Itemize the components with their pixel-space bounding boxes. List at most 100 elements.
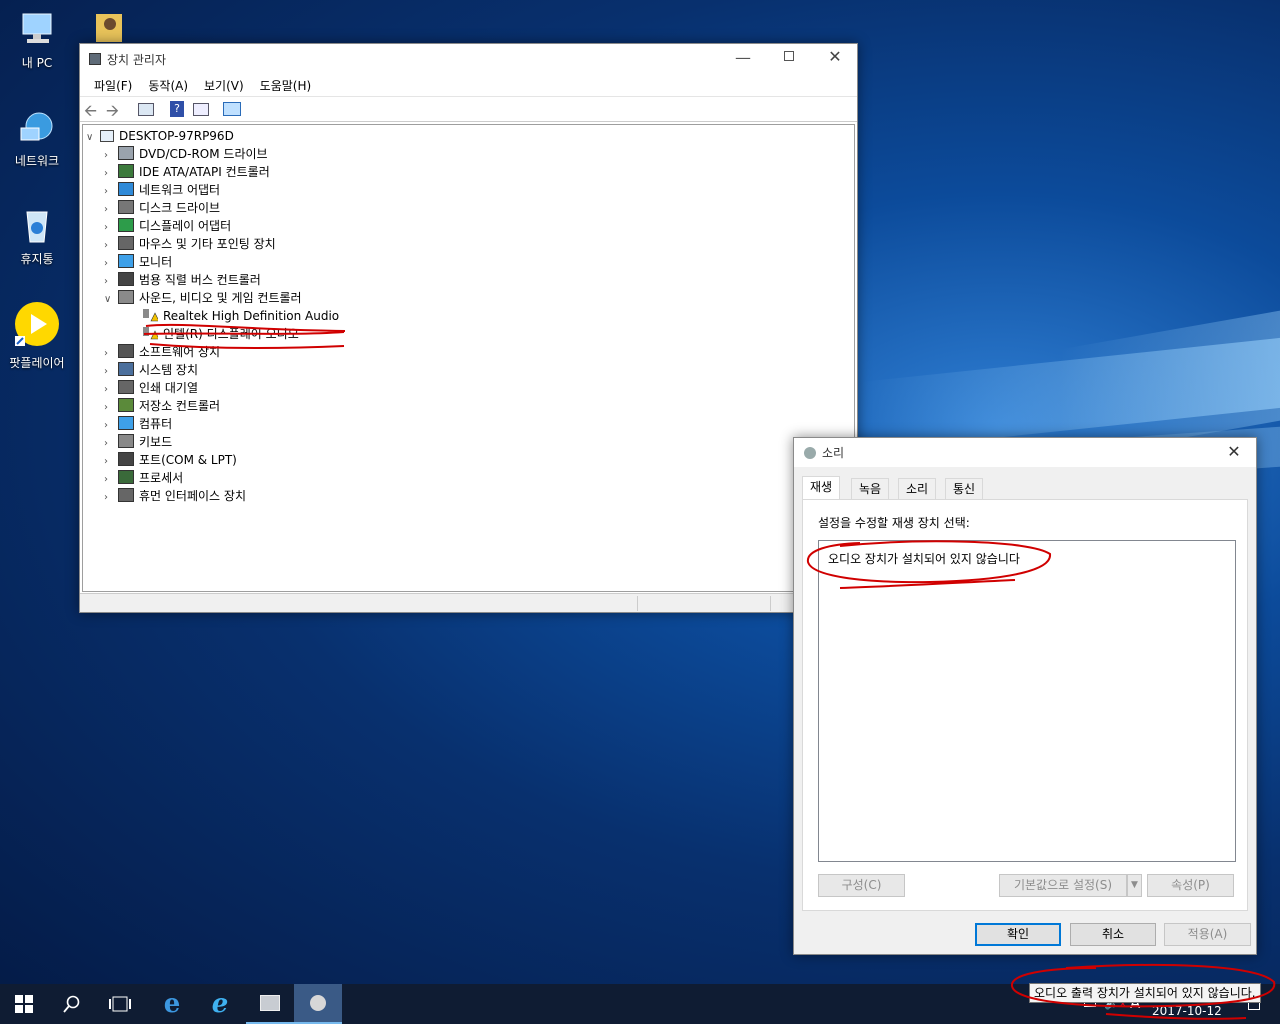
set-default-button[interactable]: 기본값으로 설정(S)	[999, 874, 1127, 897]
close-button[interactable]: ✕	[812, 47, 858, 66]
tree-item-label: 키보드	[139, 435, 173, 449]
menu-bar: 파일(F) 동작(A) 보기(V) 도움말(H)	[80, 74, 857, 96]
system-device-icon	[118, 362, 134, 376]
desktop-icon-network[interactable]: 네트워크	[0, 108, 74, 169]
speaker-icon	[310, 995, 326, 1011]
task-view-icon	[109, 996, 131, 1012]
maximize-button[interactable]	[766, 50, 812, 64]
configure-button[interactable]: 구성(C)	[818, 874, 905, 897]
help-icon[interactable]: ?	[170, 101, 184, 117]
device-manager-task-button[interactable]	[246, 984, 294, 1024]
tree-category-item[interactable]: › 저장소 컨트롤러	[104, 397, 220, 415]
desktop-icon-this-pc[interactable]: 내 PC	[0, 10, 74, 71]
tree-item-label: IDE ATA/ATAPI 컨트롤러	[139, 165, 270, 179]
start-button[interactable]	[0, 984, 48, 1024]
forward-arrow-icon[interactable]: 🡪	[106, 100, 119, 127]
tree-root[interactable]: ∨ DESKTOP-97RP96D	[86, 127, 234, 145]
menu-file[interactable]: 파일(F)	[86, 77, 140, 94]
edge-button[interactable]: e	[148, 984, 196, 1024]
edge-icon: e	[163, 989, 181, 1019]
sound-dialog: 소리 ✕ 재생 녹음 소리 통신 설정을 수정할 재생 장치 선택: 오디오 장…	[793, 437, 1257, 955]
tree-item-label: 모니터	[139, 255, 173, 269]
tree-item-label: 사운드, 비디오 및 게임 컨트롤러	[139, 291, 302, 305]
tree-category-item[interactable]: › 범용 직렬 버스 컨트롤러	[104, 271, 261, 289]
desktop-icon-label: 네트워크	[14, 154, 60, 168]
ok-button[interactable]: 확인	[975, 923, 1061, 946]
close-button[interactable]: ✕	[1219, 442, 1249, 461]
instruction-text: 설정을 수정할 재생 장치 선택:	[818, 516, 970, 530]
this-pc-icon	[17, 10, 57, 50]
menu-action[interactable]: 동작(A)	[140, 77, 196, 94]
set-default-dropdown[interactable]: ▼	[1127, 874, 1142, 897]
port-icon	[118, 452, 134, 466]
menu-view[interactable]: 보기(V)	[196, 77, 252, 94]
computer-icon	[118, 416, 134, 430]
tree-item-label: 프로세서	[139, 471, 184, 485]
user-folder-icon[interactable]	[94, 10, 124, 42]
printer-icon	[118, 380, 134, 394]
tree-category-item[interactable]: › 프로세서	[104, 469, 183, 487]
tree-category-item[interactable]: › 시스템 장치	[104, 361, 198, 379]
sound-task-button[interactable]	[294, 984, 342, 1024]
tree-category-item[interactable]: › 디스플레이 어댑터	[104, 217, 231, 235]
collapse-chevron-icon[interactable]: ∨	[86, 129, 100, 147]
search-button[interactable]	[48, 984, 96, 1024]
status-bar	[80, 593, 857, 612]
dialog-title: 소리	[822, 446, 845, 460]
update-driver-icon[interactable]	[193, 103, 209, 116]
internet-explorer-button[interactable]: e	[196, 984, 244, 1024]
collapse-chevron-icon[interactable]: ∨	[104, 291, 118, 309]
dvd-drive-icon	[118, 146, 134, 160]
desktop-icon-label: 휴지통	[20, 252, 54, 266]
tree-category-item[interactable]: › 휴먼 인터페이스 장치	[104, 487, 246, 505]
annotation-circle-tooltip	[1011, 963, 1276, 1020]
windows-logo-icon	[15, 995, 33, 1013]
tree-category-item[interactable]: › IDE ATA/ATAPI 컨트롤러	[104, 163, 270, 181]
apply-button[interactable]: 적용(A)	[1164, 923, 1251, 946]
tree-item-label: 컴퓨터	[139, 417, 173, 431]
desktop-icon-recycle-bin[interactable]: 휴지통	[0, 206, 74, 267]
tree-category-item[interactable]: › 컴퓨터	[104, 415, 172, 433]
tree-category-item[interactable]: › 디스크 드라이브	[104, 199, 220, 217]
tab-playback[interactable]: 재생	[802, 476, 841, 500]
tree-category-item[interactable]: › 모니터	[104, 253, 172, 271]
tab-communications[interactable]: 통신	[945, 478, 984, 499]
storage-controller-icon	[118, 398, 134, 412]
expand-chevron-icon[interactable]: ›	[104, 489, 118, 507]
potplayer-icon	[13, 302, 61, 350]
tree-category-item[interactable]: › 마우스 및 기타 포인팅 장치	[104, 235, 276, 253]
back-arrow-icon[interactable]: 🡨	[84, 100, 97, 127]
tree-item-label: 휴먼 인터페이스 장치	[139, 489, 246, 503]
computer-root-icon	[100, 130, 114, 142]
tree-category-item[interactable]: › 인쇄 대기열	[104, 379, 198, 397]
tree-item-label: 범용 직렬 버스 컨트롤러	[139, 273, 261, 287]
ide-controller-icon	[118, 164, 134, 178]
tab-sounds[interactable]: 소리	[898, 478, 937, 499]
usb-icon	[118, 272, 134, 286]
root-label: DESKTOP-97RP96D	[119, 129, 234, 143]
tree-item-label: 네트워크 어댑터	[139, 183, 221, 197]
tab-recording[interactable]: 녹음	[851, 478, 890, 499]
tree-category-item[interactable]: › 키보드	[104, 433, 172, 451]
device-manager-titlebar[interactable]: 장치 관리자 — ✕	[80, 44, 857, 74]
tree-item-label: 디스플레이 어댑터	[139, 219, 232, 233]
desktop-icon-potplayer[interactable]: 팟플레이어	[0, 302, 74, 371]
properties-button[interactable]: 속성(P)	[1147, 874, 1234, 897]
menu-help[interactable]: 도움말(H)	[252, 77, 320, 94]
task-view-button[interactable]	[96, 984, 144, 1024]
minimize-button[interactable]: —	[720, 48, 766, 67]
disk-drive-icon	[118, 200, 134, 214]
recycle-bin-icon	[17, 206, 57, 246]
sound-dialog-titlebar[interactable]: 소리 ✕	[794, 438, 1256, 467]
tree-category-item[interactable]: › 네트워크 어댑터	[104, 181, 220, 199]
annotation-circle-message	[806, 540, 1051, 589]
scan-hardware-icon[interactable]	[223, 102, 241, 116]
tree-category-item[interactable]: › DVD/CD-ROM 드라이브	[104, 145, 268, 163]
keyboard-icon	[118, 434, 134, 448]
tree-category-item[interactable]: › 포트(COM & LPT)	[104, 451, 237, 469]
properties-icon[interactable]	[138, 103, 154, 116]
tree-category-item[interactable]: ∨ 사운드, 비디오 및 게임 컨트롤러	[104, 289, 302, 307]
mouse-icon	[118, 236, 134, 250]
cancel-button[interactable]: 취소	[1070, 923, 1156, 946]
speaker-icon	[118, 290, 134, 304]
